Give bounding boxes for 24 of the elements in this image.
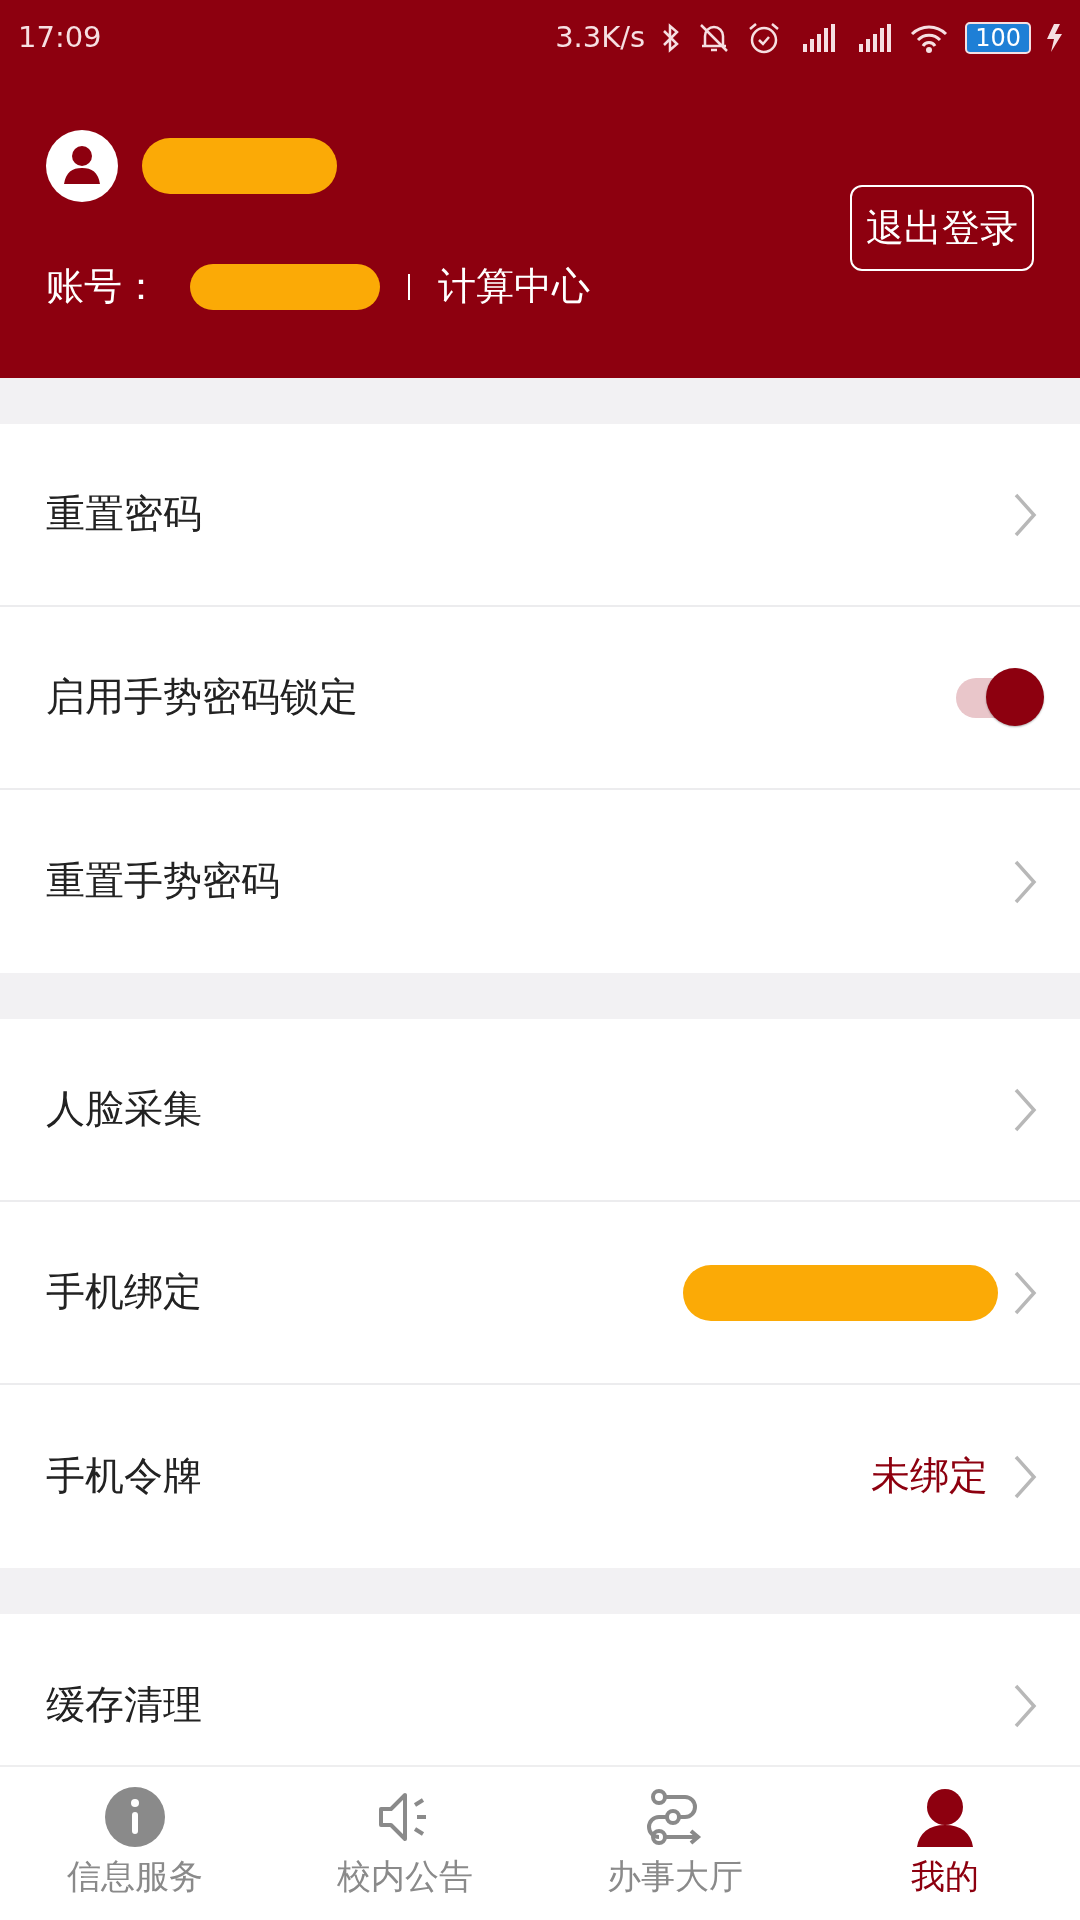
menu-row[interactable]: 人脸采集 xyxy=(0,1019,1080,1202)
menu-row[interactable]: 重置手势密码 xyxy=(0,790,1080,973)
avatar-icon xyxy=(46,130,118,202)
department-name: 计算中心 xyxy=(438,263,590,310)
menu-item-label: 缓存清理 xyxy=(46,1681,202,1730)
menu-row[interactable]: 手机令牌 未绑定 xyxy=(0,1385,1080,1568)
menu-item-label: 重置密码 xyxy=(46,490,202,539)
menu-item-label: 手机绑定 xyxy=(46,1268,202,1317)
clock-time: 17:09 xyxy=(18,18,102,56)
menu-item-label: 手机令牌 xyxy=(46,1452,202,1501)
menu-item-label: 重置手势密码 xyxy=(46,857,280,906)
nav-tab[interactable]: 我的 xyxy=(810,1767,1080,1920)
menu-item-label: 启用手势密码锁定 xyxy=(46,673,358,722)
logout-button[interactable]: 退出登录 xyxy=(850,185,1034,271)
menu-row[interactable]: 缓存清理 xyxy=(0,1614,1080,1765)
menu-row[interactable]: 手机绑定 xyxy=(0,1202,1080,1385)
menu-row[interactable]: 重置密码 xyxy=(0,424,1080,607)
info-icon xyxy=(103,1785,167,1849)
battery-level: 100 xyxy=(965,21,1031,54)
account-label: 账号： xyxy=(46,263,160,310)
network-speed: 3.3K/s xyxy=(555,18,646,56)
charging-icon xyxy=(1047,23,1062,52)
status-value: 未绑定 xyxy=(871,1452,988,1501)
menu-item-label: 人脸采集 xyxy=(46,1085,202,1134)
